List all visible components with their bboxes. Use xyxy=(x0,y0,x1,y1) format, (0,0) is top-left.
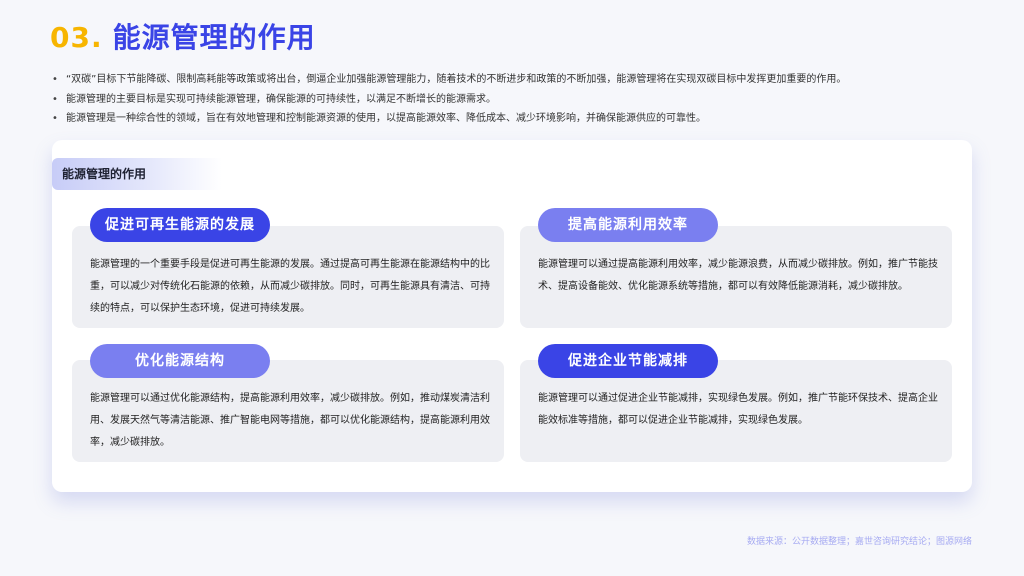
bullet-item: • “双碳”目标下节能降碳、限制高耗能等政策或将出台，倒逼企业加强能源管理能力，… xyxy=(52,70,982,90)
bullet-marker: • xyxy=(52,74,58,85)
card-body: 能源管理的一个重要手段是促进可再生能源的发展。通过提高可再生能源在能源结构中的比… xyxy=(90,259,490,314)
bullet-marker: • xyxy=(52,93,58,105)
bullet-text: 能源管理的主要目标是实现可持续能源管理，确保能源的可持续性，以满足不断增长的能源… xyxy=(66,93,496,105)
panel-tag: 能源管理的作用 xyxy=(52,158,222,190)
bullet-text: 能源管理是一种综合性的领域，旨在有效地管理和控制能源资源的使用，以提高能源效率、… xyxy=(66,113,706,124)
page-title: 03. 能源管理的作用 xyxy=(50,16,316,56)
card-body: 能源管理可以通过提高能源利用效率，减少能源浪费，从而减少碳排放。例如，推广节能技… xyxy=(538,259,938,292)
card-title-pill: 促进可再生能源的发展 xyxy=(90,208,270,242)
card-title-pill: 优化能源结构 xyxy=(90,344,270,378)
bullet-marker: • xyxy=(52,113,58,124)
bullet-item: • 能源管理是一种综合性的领域，旨在有效地管理和控制能源资源的使用，以提高能源效… xyxy=(52,109,982,129)
card-body: 能源管理可以通过优化能源结构，提高能源利用效率，减少碳排放。例如，推动煤炭清洁利… xyxy=(90,393,490,448)
card-title-pill: 促进企业节能减排 xyxy=(538,344,718,378)
bullet-item: • 能源管理的主要目标是实现可持续能源管理，确保能源的可持续性，以满足不断增长的… xyxy=(52,90,982,110)
data-source-note: 数据来源：公开数据整理；嘉世咨询研究结论；图源网络 xyxy=(746,537,972,547)
bullet-text: “双碳”目标下节能降碳、限制高耗能等政策或将出台，倒逼企业加强能源管理能力，随着… xyxy=(66,74,847,85)
section-number: 03. xyxy=(50,21,103,54)
card-title-pill: 提高能源利用效率 xyxy=(538,208,718,242)
section-title: 能源管理的作用 xyxy=(112,21,316,54)
card-body: 能源管理可以通过促进企业节能减排，实现绿色发展。例如，推广节能环保技术、提高企业… xyxy=(538,393,938,426)
bullet-list: • “双碳”目标下节能降碳、限制高耗能等政策或将出台，倒逼企业加强能源管理能力，… xyxy=(52,70,982,129)
content-panel: 能源管理的作用 能源管理的一个重要手段是促进可再生能源的发展。通过提高可再生能源… xyxy=(52,140,972,492)
